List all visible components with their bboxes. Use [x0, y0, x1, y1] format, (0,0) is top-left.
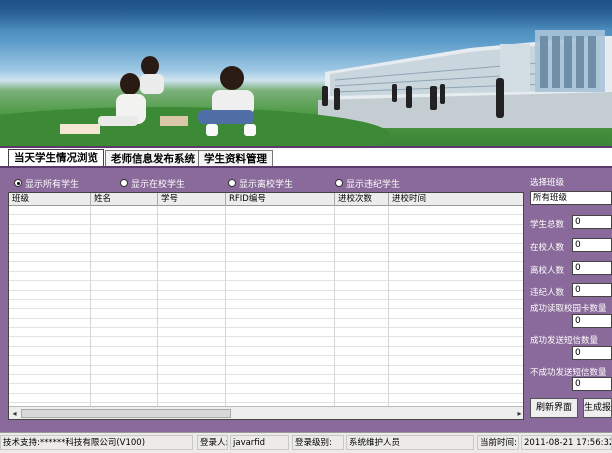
grid-body — [9, 206, 523, 406]
table-row[interactable] — [9, 347, 523, 357]
radio-label: 显示所有学生 — [25, 179, 80, 190]
generate-report-button[interactable]: 生成报 — [583, 398, 612, 418]
table-row[interactable] — [9, 300, 523, 310]
card-read-success-label: 成功读取校园卡数量 — [530, 304, 607, 314]
sms-success-label: 成功发送短信数量 — [530, 336, 599, 346]
grid-divider — [388, 206, 389, 406]
status-bar: 技术支持:******科技有限公司(V100) 登录人: javarfid 登录… — [0, 432, 612, 453]
column-header-entry-count[interactable]: 进校次数 — [335, 193, 389, 206]
radio-all-students[interactable]: 显示所有学生 — [14, 177, 80, 190]
column-header-entry-time[interactable]: 进校时间 — [389, 193, 523, 206]
table-row[interactable] — [9, 394, 523, 404]
table-row[interactable] — [9, 234, 523, 244]
table-row[interactable] — [9, 281, 523, 291]
student-grid[interactable]: 班级 姓名 学号 RFID编号 进校次数 进校时间 ◂ ▸ — [8, 192, 524, 420]
in-school-field[interactable]: 0 — [572, 238, 612, 252]
sms-failure-field[interactable]: 0 — [572, 377, 612, 391]
left-school-label: 离校人数 — [530, 266, 565, 276]
school-building-image — [0, 30, 612, 146]
tech-support-text: 技术支持:******科技有限公司(V100) — [0, 435, 193, 450]
column-header-class[interactable]: 班级 — [9, 193, 91, 206]
header-banner — [0, 0, 612, 146]
table-row[interactable] — [9, 253, 523, 263]
column-header-name[interactable]: 姓名 — [91, 193, 158, 206]
card-read-success-field[interactable]: 0 — [572, 314, 612, 328]
column-header-student-id[interactable]: 学号 — [158, 193, 226, 206]
violation-count-field[interactable]: 0 — [572, 283, 612, 297]
table-row[interactable] — [9, 328, 523, 338]
table-row[interactable] — [9, 262, 523, 272]
table-row[interactable] — [9, 384, 523, 394]
class-select-label: 选择班级 — [530, 178, 565, 188]
grid-header: 班级 姓名 学号 RFID编号 进校次数 进校时间 — [9, 193, 523, 206]
table-row[interactable] — [9, 215, 523, 225]
current-time-value: 2011-08-21 17:56:32 — [521, 435, 612, 450]
horizontal-scrollbar[interactable]: ◂ ▸ — [9, 406, 523, 419]
table-row[interactable] — [9, 375, 523, 385]
radio-label: 显示离校学生 — [239, 179, 294, 190]
login-level-value: 系统维护人员 — [346, 435, 474, 450]
scrollbar-thumb[interactable] — [21, 409, 231, 418]
table-row[interactable] — [9, 337, 523, 347]
table-row[interactable] — [9, 356, 523, 366]
login-user-value: javarfid — [230, 435, 289, 450]
tab-teacher-info[interactable]: 老师信息发布系统 — [105, 150, 201, 167]
table-row[interactable] — [9, 291, 523, 300]
grid-divider — [334, 206, 335, 406]
radio-in-school[interactable]: 显示在校学生 — [120, 177, 186, 190]
column-header-rfid[interactable]: RFID编号 — [226, 193, 335, 206]
current-time-label: 当前时间: — [477, 435, 519, 450]
table-row[interactable] — [9, 244, 523, 253]
radio-dot-icon — [335, 179, 343, 187]
radio-label: 显示违纪学生 — [346, 179, 401, 190]
radio-dot-selected-icon — [14, 179, 22, 187]
scroll-left-arrow-icon[interactable]: ◂ — [9, 408, 20, 419]
radio-dot-icon — [120, 179, 128, 187]
radio-dot-icon — [228, 179, 236, 187]
table-row[interactable] — [9, 272, 523, 282]
sms-success-field[interactable]: 0 — [572, 346, 612, 360]
table-row[interactable] — [9, 206, 523, 216]
main-panel: 显示所有学生 显示在校学生 显示离校学生 显示违纪学生 班级 姓名 学号 RFI… — [0, 166, 612, 430]
login-user-label: 登录人: — [197, 435, 228, 450]
total-students-field[interactable]: 0 — [572, 215, 612, 229]
grid-divider — [157, 206, 158, 406]
total-students-label: 学生总数 — [530, 220, 565, 230]
table-row[interactable] — [9, 366, 523, 376]
radio-label: 显示在校学生 — [131, 179, 186, 190]
table-row[interactable] — [9, 225, 523, 235]
table-row[interactable] — [9, 319, 523, 329]
scroll-right-arrow-icon[interactable]: ▸ — [514, 408, 523, 419]
radio-left-school[interactable]: 显示离校学生 — [228, 177, 294, 190]
violation-count-label: 违纪人数 — [530, 288, 565, 298]
login-level-label: 登录级别: — [292, 435, 344, 450]
grid-divider — [90, 206, 91, 406]
grid-divider — [225, 206, 226, 406]
left-school-field[interactable]: 0 — [572, 261, 612, 275]
table-row[interactable] — [9, 309, 523, 319]
in-school-label: 在校人数 — [530, 243, 565, 253]
class-select[interactable]: 所有班级 — [530, 191, 612, 205]
tab-student-records[interactable]: 学生资料管理 — [198, 150, 273, 167]
radio-violations[interactable]: 显示违纪学生 — [335, 177, 401, 190]
refresh-button[interactable]: 刷新界面 — [530, 398, 578, 418]
tab-bar: 当天学生情况浏览 老师信息发布系统 学生资料管理 — [0, 146, 612, 168]
